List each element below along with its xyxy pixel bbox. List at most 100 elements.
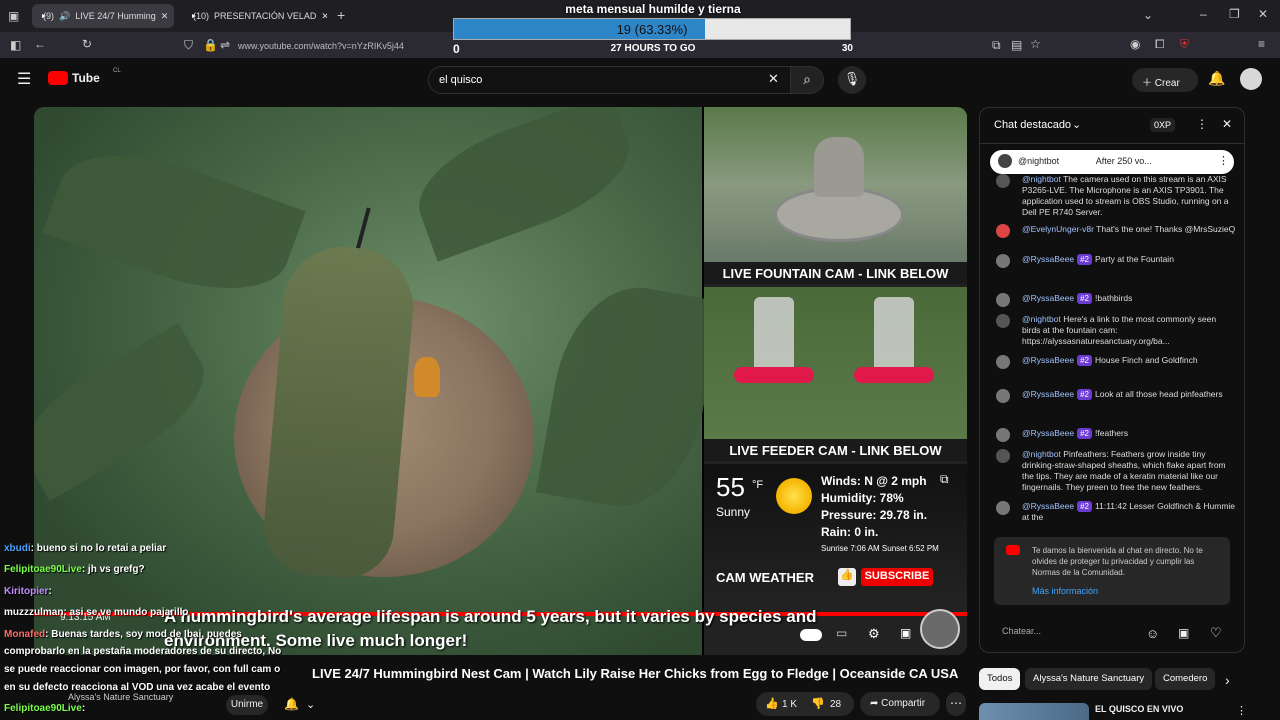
share-button[interactable]: ➦ Compartir	[860, 692, 940, 716]
search-button[interactable]: ⌕	[790, 66, 824, 94]
close-chat-icon[interactable]: ✕	[1222, 117, 1232, 131]
create-button[interactable]: ＋ Crear	[1132, 68, 1198, 92]
weather-winds: Winds: N @ 2 mph	[821, 474, 927, 488]
back-icon[interactable]: ←	[34, 37, 46, 51]
overlay-chat-user: xbudi	[4, 543, 31, 554]
live-chat-panel: Chat destacado ⌄ 0XP ⋮ ✕ @nightbot After…	[979, 107, 1245, 653]
voice-search-button[interactable]: 🎙	[838, 66, 866, 94]
miniplayer-icon[interactable]: ▣	[900, 626, 911, 640]
emoji-icon[interactable]: ☺	[1146, 626, 1159, 641]
tab-hummingbird[interactable]: (9) 🔊 LIVE 24/7 Humming ✕	[32, 4, 174, 28]
sidebar-icon[interactable]: ◧	[10, 38, 21, 52]
chat-message: @nightbot Here's a link to the most comm…	[992, 314, 1236, 347]
tab-presentacion[interactable]: (10) PRESENTACIÓN VELAD ✕	[182, 4, 327, 28]
search-input[interactable]: el quisco	[428, 66, 792, 94]
more-actions-button[interactable]: ⋯	[946, 692, 966, 716]
popout-icon[interactable]: ⧉	[940, 472, 949, 487]
recommendation-menu-icon[interactable]: ⋮	[1236, 704, 1247, 717]
chat-author[interactable]: @RyssaBeee	[1022, 501, 1074, 511]
minimize-icon[interactable]: –	[1200, 7, 1207, 21]
feeder-base	[734, 367, 814, 383]
screenshot-icon[interactable]: ⧉	[992, 38, 1001, 53]
chat-author[interactable]: @EvelynUnger-v8r	[1022, 224, 1094, 234]
overlay-chat-line: xbudi: bueno si no lo retai a peliar	[4, 543, 166, 554]
settings-gear-icon[interactable]: ⚙	[868, 626, 880, 642]
dislike-button[interactable]: 👎	[811, 697, 825, 710]
chat-author[interactable]: @RyssaBeee	[1022, 254, 1074, 264]
chip-alyssas[interactable]: Alyssa's Nature Sanctuary	[1025, 668, 1153, 690]
chip-comedero[interactable]: Comedero	[1155, 668, 1215, 690]
member-badge: #2	[1077, 355, 1093, 366]
feeder-cam-label: LIVE FEEDER CAM - LINK BELOW	[704, 439, 967, 461]
overlay-chat-line: Felipitoae90Live:	[4, 703, 85, 714]
chat-author[interactable]: @RyssaBeee	[1022, 428, 1074, 438]
feeder-bottle	[874, 297, 914, 377]
chat-author[interactable]: @nightbot	[1022, 314, 1061, 324]
new-tab-button[interactable]: +	[337, 7, 345, 23]
account-icon[interactable]: ◉	[1130, 37, 1140, 51]
pinned-message[interactable]: @nightbot After 250 vo... ⋮	[990, 150, 1234, 174]
like-button[interactable]: 👍	[765, 697, 779, 710]
autoplay-toggle[interactable]	[800, 629, 822, 641]
tab-overview-icon[interactable]: ▣	[8, 9, 19, 23]
heart-icon[interactable]: ♡	[1210, 625, 1222, 641]
speaker-icon[interactable]: 🔊	[59, 11, 70, 22]
extensions-icon[interactable]: ⧠	[1155, 37, 1165, 52]
weather-rain: Rain: 0 in.	[821, 525, 879, 539]
recommendation-thumbnail[interactable]	[979, 703, 1089, 720]
chevron-down-icon[interactable]: ⌄	[1072, 118, 1081, 131]
bookmark-star-icon[interactable]: ☆	[1030, 37, 1041, 51]
close-window-icon[interactable]: ✕	[1258, 7, 1268, 21]
chat-input[interactable]: Chatear...	[988, 620, 1128, 644]
chat-mode-dropdown[interactable]: Chat destacado	[994, 119, 1071, 131]
tab-close-icon[interactable]: ✕	[161, 11, 169, 22]
chevron-right-icon[interactable]: ›	[1225, 672, 1230, 688]
chat-author[interactable]: @nightbot	[1022, 174, 1061, 184]
more-info-link[interactable]: Más información	[1032, 586, 1222, 597]
permissions-icon[interactable]: ⇌	[220, 38, 230, 52]
pinned-options-icon[interactable]: ⋮	[1218, 154, 1229, 167]
chat-message: @RyssaBeee #2 !bathbirds	[992, 293, 1236, 307]
chat-author[interactable]: @RyssaBeee	[1022, 389, 1074, 399]
chat-text: House Finch and Goldfinch	[1095, 355, 1198, 365]
shield-icon[interactable]: ⛉	[184, 38, 193, 53]
avatar[interactable]	[1240, 68, 1262, 90]
chat-author[interactable]: @RyssaBeee	[1022, 293, 1074, 303]
youtube-logo-icon[interactable]	[48, 71, 68, 85]
overlay-chat-user: Kiritopier	[4, 586, 49, 597]
avatar	[996, 293, 1010, 307]
avatar	[996, 254, 1010, 268]
super-chat-icon[interactable]: ▣	[1178, 626, 1189, 640]
menu-icon[interactable]: ≡	[1258, 37, 1265, 51]
avatar	[996, 355, 1010, 369]
reader-icon[interactable]: ▤	[1011, 38, 1022, 52]
channel-watermark[interactable]	[920, 609, 960, 649]
tab-close-icon[interactable]: ✕	[321, 11, 327, 22]
youtube-logo-text[interactable]: Tube	[72, 71, 100, 85]
join-button[interactable]: Unirme	[226, 695, 268, 715]
recommendation-title[interactable]: EL QUISCO EN VIVO	[1095, 704, 1183, 714]
url-field[interactable]: www.youtube.com/watch?v=nYzRIKv5j44	[238, 41, 404, 51]
chip-todos[interactable]: Todos	[979, 668, 1021, 690]
notifications-icon[interactable]: 🔔	[284, 697, 299, 711]
chat-author[interactable]: @nightbot	[1022, 449, 1061, 459]
ublock-icon[interactable]: ⛨	[1180, 37, 1189, 52]
reload-icon[interactable]: ↻	[82, 37, 92, 51]
chat-author[interactable]: @RyssaBeee	[1022, 355, 1074, 365]
subtitles-icon[interactable]: ▭	[836, 626, 847, 640]
overlay-chat-text: :	[48, 586, 52, 597]
maximize-icon[interactable]: ❐	[1229, 7, 1240, 21]
chevron-down-icon[interactable]: ⌄	[306, 698, 315, 711]
hamburger-menu-icon[interactable]: ☰	[17, 69, 31, 89]
xp-badge[interactable]: 0XP	[1150, 118, 1176, 132]
notifications-bell-icon[interactable]: 🔔	[1208, 70, 1225, 87]
leaf	[34, 323, 224, 501]
clear-search-icon[interactable]: ✕	[768, 71, 779, 87]
search-icon: ⌕	[803, 71, 811, 87]
channel-name[interactable]: Alyssa's Nature Sanctuary	[68, 692, 173, 702]
video-player[interactable]: LIVE FOUNTAIN CAM - LINK BELOW LIVE FEED…	[34, 107, 967, 655]
chat-options-icon[interactable]: ⋮	[1196, 117, 1208, 131]
overlay-chat-line: Monafed: Buenas tardes, soy mod de Ibai,…	[4, 629, 242, 640]
tab-list-icon[interactable]: ⌄	[1143, 8, 1153, 22]
chat-message: @RyssaBeee #2 Look at all those head pinfe…	[992, 389, 1236, 403]
